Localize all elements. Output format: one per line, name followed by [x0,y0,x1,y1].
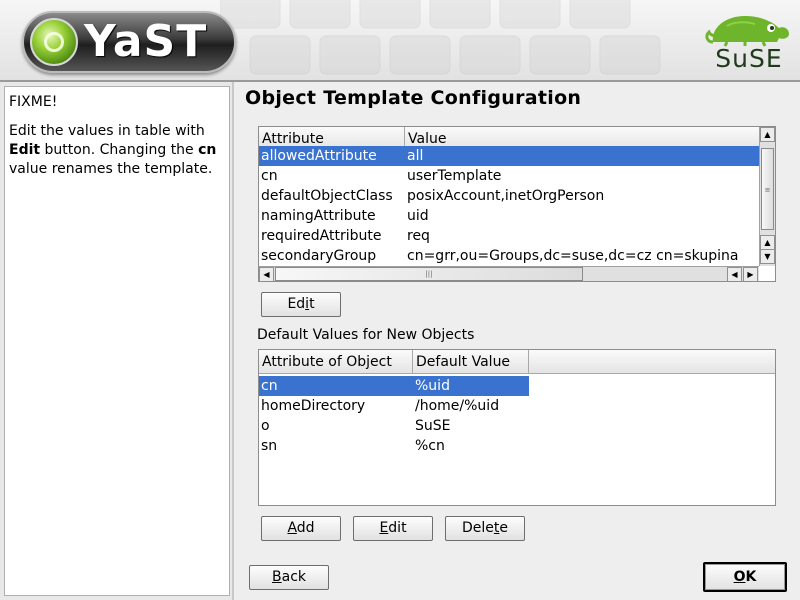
cell-value: posixAccount,inetOrgPerson [407,188,605,204]
scroll-up-icon[interactable]: ▲ [760,127,775,142]
cell-attribute: defaultObjectClass [261,188,393,204]
ok-button[interactable]: OK [703,562,787,592]
cell-attribute: allowedAttribute [261,148,377,164]
cell-value: userTemplate [407,168,502,184]
suse-logo: SuSE [705,8,793,74]
cell-value: SuSE [415,418,451,434]
help-body: Edit the values in table with Edit butto… [9,123,217,177]
cell-attribute: homeDirectory [261,398,366,414]
cell-value: req [407,228,430,244]
scroll-right-icon[interactable]: ▶ [743,267,758,281]
defaults-table-header: Attribute of Object Default Value [259,350,775,374]
yast-logo: YaST [22,11,236,73]
back-button[interactable]: Back [249,565,329,590]
scroll-thumb[interactable]: ≡ [761,148,774,230]
cell-value: all [407,148,424,164]
table-row[interactable]: homeDirectory/home/%uid [259,396,529,416]
table-row[interactable]: namingAttribute uid [259,206,759,226]
table-row[interactable]: cn userTemplate [259,166,759,186]
scroll-up-icon[interactable]: ▲ [760,235,775,250]
attributes-table[interactable]: Attribute Value allowedAttribute all cn use… [258,126,776,282]
help-heading: FIXME! [9,94,58,110]
help-panel: FIXME! Edit the values in table with Edi… [0,82,234,600]
delete-button[interactable]: Delete [445,516,525,541]
defaults-table[interactable]: Attribute of Object Default Value cn %uid… [258,349,776,506]
add-button[interactable]: Add [261,516,341,541]
suse-logo-text: SuSE [715,44,783,73]
scroll-down-icon[interactable]: ▼ [760,249,775,264]
scroll-left-icon[interactable]: ◀ [259,267,274,281]
attributes-horizontal-scrollbar[interactable]: ◀ ||| ◀ ▶ [259,266,759,281]
cell-value: /home/%uid [415,398,500,414]
page-title: Object Template Configuration [245,87,582,109]
help-text-box: FIXME! Edit the values in table with Edi… [4,86,230,596]
table-row[interactable]: requiredAttribute req [259,226,759,246]
cell-value: %uid [415,378,450,394]
edit-default-button[interactable]: Edit [353,516,433,541]
table-row[interactable]: cn %uid [259,376,529,396]
header-banner: YaST SuSE [0,0,800,80]
cell-attribute: sn [261,438,278,454]
column-header-attribute-of-object[interactable]: Attribute of Object [259,350,413,373]
cell-value: %cn [415,438,445,454]
cell-attribute: o [261,418,270,434]
table-row[interactable]: o SuSE [259,416,529,436]
yast-globe-icon [30,18,78,66]
cell-attribute: cn [261,168,278,184]
scroll-left-icon[interactable]: ◀ [727,267,742,281]
cell-value: uid [407,208,429,224]
yast-logo-text: YaST [84,16,208,67]
cell-attribute: requiredAttribute [261,228,382,244]
attributes-vertical-scrollbar[interactable]: ▲ ≡ ▲ ▼ [759,127,775,266]
cell-attribute: namingAttribute [261,208,376,224]
column-header-default-value[interactable]: Default Value [413,350,529,373]
defaults-label: Default Values for New Objects [257,327,475,343]
scroll-thumb[interactable]: ||| [275,267,583,281]
edit-attribute-button[interactable]: Edit [261,292,341,317]
cell-attribute: secondaryGroup [261,248,377,264]
table-row[interactable]: defaultObjectClass posixAccount,inetOrgPe… [259,186,759,206]
keyboard-background-graphic [220,0,661,75]
table-row[interactable]: sn %cn [259,436,529,456]
cell-value: cn=grr,ou=Groups,dc=suse,dc=cz cn=skupin… [407,248,739,264]
table-row[interactable]: allowedAttribute all [259,146,759,166]
cell-attribute: cn [261,378,278,394]
chameleon-icon [705,16,789,47]
table-row[interactable]: secondaryGroup cn=grr,ou=Groups,dc=suse,d… [259,246,759,266]
